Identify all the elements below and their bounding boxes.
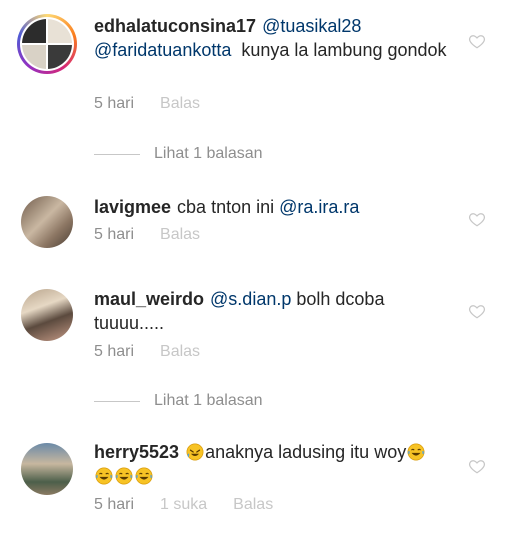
avatar[interactable]	[21, 196, 73, 248]
view-replies-label[interactable]: Lihat 1 balasan	[154, 145, 263, 163]
comment-mention[interactable]: @faridatuankotta	[94, 40, 231, 60]
laughing-emoji-icon	[135, 467, 153, 485]
comment-text: anaknya ladusing itu woy	[205, 442, 407, 462]
laughing-emoji-icon	[95, 467, 113, 485]
comment-meta: 5 hari Balas	[94, 95, 226, 113]
comment-username[interactable]: lavigmee	[94, 197, 171, 217]
reply-button[interactable]: Balas	[160, 226, 200, 243]
comment-time: 5 hari	[94, 343, 135, 360]
heart-icon[interactable]	[468, 457, 486, 475]
view-replies-button[interactable]: Lihat 1 balasan	[94, 392, 263, 410]
reply-button[interactable]: Balas	[160, 95, 200, 112]
avatar[interactable]	[21, 443, 73, 495]
comment-body: edhalatuconsina17 @tuasikal28 @faridatuan…	[94, 14, 458, 62]
comment-time: 5 hari	[94, 226, 135, 243]
comment-meta: 5 hari 1 suka Balas	[94, 496, 299, 514]
view-replies-label[interactable]: Lihat 1 balasan	[154, 392, 263, 410]
comment-meta: 5 hari Balas	[94, 226, 226, 244]
comment-mention[interactable]: @ra.ira.ra	[279, 197, 359, 217]
laughing-emoji-icon	[115, 467, 133, 485]
avatar[interactable]	[17, 14, 77, 74]
divider	[94, 153, 140, 155]
comment-meta: 5 hari Balas	[94, 343, 226, 361]
comment-username[interactable]: maul_weirdo	[94, 289, 204, 309]
comment-username[interactable]: herry5523	[94, 442, 179, 462]
reply-button[interactable]: Balas	[233, 496, 273, 513]
heart-icon[interactable]	[468, 32, 486, 50]
comment-time: 5 hari	[94, 496, 135, 513]
divider	[94, 400, 140, 402]
comment-text: cba tnton ini	[177, 197, 275, 217]
comment-body: lavigmee cba tnton ini @ra.ira.ra	[94, 195, 458, 219]
likes-count[interactable]: 1 suka	[160, 496, 207, 513]
comment-body: herry5523 anaknya ladusing itu woy	[94, 440, 458, 488]
comment-mention[interactable]: @tuasikal28	[262, 16, 361, 36]
laughing-emoji-icon	[407, 443, 425, 461]
view-replies-button[interactable]: Lihat 1 balasan	[94, 145, 263, 163]
comment-text: kunya la lambung gondok	[241, 40, 447, 60]
rofl-emoji-icon	[186, 443, 204, 461]
comment-time: 5 hari	[94, 95, 135, 112]
reply-button[interactable]: Balas	[160, 343, 200, 360]
comment-mention[interactable]: @s.dian.p	[210, 289, 291, 309]
heart-icon[interactable]	[468, 210, 486, 228]
avatar[interactable]	[21, 289, 73, 341]
heart-icon[interactable]	[468, 302, 486, 320]
comment-body: maul_weirdo @s.dian.p bolh dcoba tuuuu...…	[94, 287, 458, 335]
comment-username[interactable]: edhalatuconsina17	[94, 16, 256, 36]
